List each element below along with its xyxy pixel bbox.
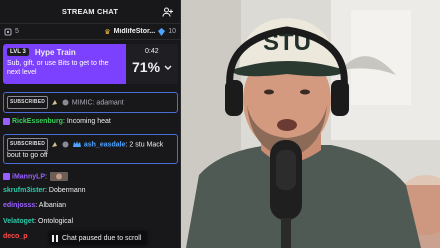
chat-username[interactable]: RickEssenburg [12,118,63,125]
leaderboard-rank-count: 5 [15,28,19,35]
chat-message: Velatoget: Ontological [3,217,178,226]
sub-star-icon [62,141,69,148]
crown-badge-icon [72,141,81,147]
hype-train-banner[interactable]: LVL 3 Hype Train Sub, gift, or use Bits … [3,44,178,84]
chat-text: : Incoming heat [62,118,111,125]
chat-username[interactable]: skrufm3ister [3,187,45,194]
hype-train-timer: 0:42 [145,48,159,55]
leaderboard-gift-icon [4,28,12,35]
chat-message: iMannyLP: [3,172,178,181]
stream-chat-panel: STREAM CHAT 5 ♛ MidlifeStor... 10 LVL 3 … [0,0,181,248]
chat-text: : [45,173,48,181]
chat-message-subscribed: SUBSCRIBED MIMIC: adamant [3,92,178,113]
hype-train-description: Sub, gift, or use Bits to get to the nex… [7,59,109,76]
bits-icon [158,27,166,36]
chat-username[interactable]: MIMIC [72,99,93,106]
chat-header: STREAM CHAT [0,0,180,24]
user-badge-icon [3,173,10,180]
leaderboard-bar[interactable]: 5 ♛ MidlifeStor... 10 [0,24,180,40]
chat-paused-button[interactable]: Chat paused due to scroll [49,231,147,245]
emote-icon [52,142,58,147]
hype-train-level: LVL 3 [7,48,29,57]
chat-username[interactable]: iMannyLP [12,173,45,180]
crown-icon: ♛ [104,28,111,36]
subscribed-badge: SUBSCRIBED [7,96,49,109]
user-badge-icon [3,117,10,125]
chat-text: : Dobermann [45,187,86,194]
hype-train-percent: 71% [132,59,161,75]
chat-username[interactable]: deco_p [3,233,28,240]
leaderboard-bits-count: 10 [168,28,176,35]
chat-message: RickEssenburg: Incoming heat [3,117,178,126]
emote-icon [52,100,58,105]
chat-message: skrufm3ister: Dobermann [3,186,178,195]
hype-train-info: LVL 3 Hype Train Sub, gift, or use Bits … [3,44,126,84]
chat-title: STREAM CHAT [61,7,119,16]
chat-text: : adamant [92,99,124,107]
chat-username[interactable]: ash_easdale [84,141,126,148]
chevron-down-icon[interactable] [164,65,172,71]
chat-paused-label: Chat paused due to scroll [62,234,142,242]
emote-icon [49,172,68,181]
stream-video[interactable]: STU [181,0,440,248]
streamer-webcam-image: STU [181,0,440,248]
leaderboard-top-name: MidlifeStor... [113,28,156,35]
chat-text: : Albanian [35,202,67,209]
hype-train-title: Hype Train [34,47,76,57]
chat-text: : Ontological [34,218,74,225]
chat-message-subscribed: SUBSCRIBED ash_easdale: 2 stu Mack bout … [3,134,178,164]
pause-icon [52,234,58,242]
chat-username[interactable]: Velatoget [3,218,34,225]
subscribed-badge: SUBSCRIBED [7,138,49,151]
chat-username[interactable]: edinjosss [3,202,35,209]
community-users-icon[interactable] [162,6,174,18]
chat-message: edinjosss: Albanian [3,201,178,210]
sub-star-icon [62,99,69,106]
